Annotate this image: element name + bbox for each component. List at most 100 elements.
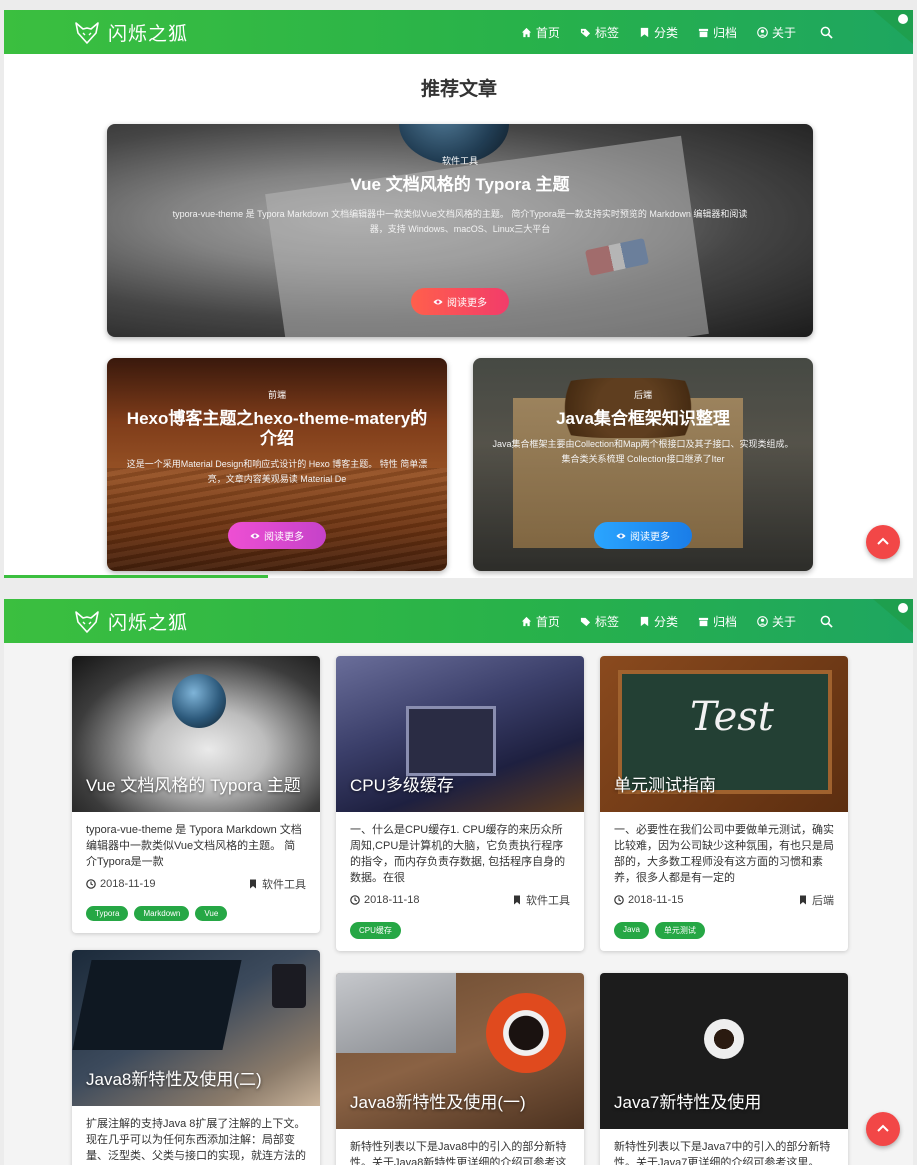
site-logo[interactable]: 闪烁之狐 bbox=[74, 608, 188, 635]
nav-categories-label: 分类 bbox=[653, 25, 678, 40]
tag-list: Java 单元测试 bbox=[600, 908, 848, 951]
chip-decor bbox=[406, 706, 496, 776]
site-logo[interactable]: 闪烁之狐 bbox=[74, 19, 188, 46]
read-more-button[interactable]: 阅读更多 bbox=[594, 522, 692, 549]
nav-home-label: 首页 bbox=[535, 614, 560, 629]
nav-tags[interactable]: 标签 bbox=[580, 24, 619, 41]
read-more-button[interactable]: 阅读更多 bbox=[411, 288, 509, 315]
article-date-text: 2018-11-15 bbox=[628, 894, 684, 906]
nav-categories[interactable]: 分类 bbox=[639, 613, 678, 630]
tag[interactable]: 单元测试 bbox=[654, 922, 705, 939]
chevron-up-icon bbox=[877, 1124, 889, 1132]
back-to-top-button[interactable] bbox=[866, 1112, 900, 1146]
main-menu: 首页 标签 分类 归档 关于 bbox=[501, 599, 833, 643]
nav-categories[interactable]: 分类 bbox=[639, 24, 678, 41]
nav-home[interactable]: 首页 bbox=[521, 24, 560, 41]
nav-archive[interactable]: 归档 bbox=[698, 24, 737, 41]
main-menu: 首页 标签 分类 归档 关于 bbox=[501, 10, 833, 54]
bookmark-icon bbox=[250, 879, 256, 889]
nav-archive-label: 归档 bbox=[712, 25, 737, 40]
article-cover: CPU多级缓存 bbox=[336, 656, 584, 812]
read-more-label: 阅读更多 bbox=[630, 532, 670, 543]
laptop-decor bbox=[336, 973, 456, 1053]
nav-categories-label: 分类 bbox=[653, 614, 678, 629]
article-title: Vue 文档风格的 Typora 主题 bbox=[86, 776, 301, 795]
nav-tags[interactable]: 标签 bbox=[580, 613, 619, 630]
site-name: 闪烁之狐 bbox=[108, 613, 189, 634]
article-category-text: 后端 bbox=[812, 895, 834, 907]
github-corner-icon[interactable] bbox=[873, 599, 913, 633]
tag[interactable]: Java bbox=[614, 922, 649, 939]
nav-about[interactable]: 关于 bbox=[757, 613, 796, 630]
nav-about-label: 关于 bbox=[771, 25, 796, 40]
article-meta: 2018-11-15 后端 bbox=[600, 886, 848, 908]
article-meta: 2018-11-19 软件工具 bbox=[72, 870, 320, 892]
article-card[interactable]: Java8新特性及使用(一) 新特性列表以下是Java8中的引入的部分新特性。关… bbox=[336, 973, 584, 1165]
article-card[interactable]: CPU多级缓存 一、什么是CPU缓存1. CPU缓存的来历众所周知,CPU是计算… bbox=[336, 656, 584, 951]
tag[interactable]: CPU缓存 bbox=[350, 922, 401, 939]
featured-category: 后端 bbox=[633, 390, 652, 400]
search-icon bbox=[820, 26, 833, 39]
eye-icon bbox=[250, 533, 260, 538]
read-more-label: 阅读更多 bbox=[264, 532, 304, 543]
nav-home[interactable]: 首页 bbox=[521, 613, 560, 630]
eye-icon bbox=[616, 533, 626, 538]
article-date: 2018-11-15 bbox=[614, 892, 683, 908]
archive-icon bbox=[698, 28, 709, 37]
tag[interactable]: Typora bbox=[86, 906, 129, 921]
featured-desc: 这是一个采用Material Design和响应式设计的 Hexo 博客主题。 … bbox=[126, 459, 428, 484]
eye-icon bbox=[433, 299, 443, 304]
user-circle-icon bbox=[757, 26, 768, 38]
tag[interactable]: Vue bbox=[195, 906, 228, 921]
article-title: 单元测试指南 bbox=[614, 776, 716, 795]
nav-archive-label: 归档 bbox=[712, 614, 737, 629]
fox-logo-icon bbox=[75, 610, 99, 633]
fox-logo-icon bbox=[75, 21, 99, 44]
article-category[interactable]: 后端 bbox=[798, 892, 834, 908]
article-summary: 新特性列表以下是Java8中的引入的部分新特性。关于Java8新特性更详细的介绍… bbox=[350, 1141, 567, 1165]
read-more-button[interactable]: 阅读更多 bbox=[228, 522, 326, 549]
coffee-decor bbox=[704, 1019, 744, 1059]
article-summary: 扩展注解的支持Java 8扩展了注解的上下文。现在几乎可以为任何东西添加注解：局… bbox=[86, 1118, 306, 1162]
article-card[interactable]: Test 单元测试指南 一、必要性在我们公司中要做单元测试，确实比较难，因为公司… bbox=[600, 656, 848, 951]
article-card[interactable]: Java7新特性及使用 新特性列表以下是Java7中的引入的部分新特性。关于Ja… bbox=[600, 973, 848, 1165]
article-title: Java8新特性及使用(二) bbox=[86, 1070, 262, 1089]
user-circle-icon bbox=[757, 615, 768, 627]
article-card[interactable]: Vue 文档风格的 Typora 主题 typora-vue-theme 是 T… bbox=[72, 656, 320, 933]
tag-list: CPU缓存 bbox=[336, 908, 584, 951]
tag-list: Typora Markdown Vue bbox=[72, 892, 320, 933]
featured-desc: typora-vue-theme 是 Typora Markdown 文档编辑器… bbox=[172, 209, 748, 234]
reading-progress-bar bbox=[4, 575, 268, 578]
search-button[interactable] bbox=[820, 615, 833, 628]
article-category[interactable]: 软件工具 bbox=[248, 876, 306, 892]
article-title: CPU多级缓存 bbox=[350, 776, 454, 795]
article-category[interactable]: 软件工具 bbox=[512, 892, 570, 908]
article-cover: Test 单元测试指南 bbox=[600, 656, 848, 812]
nav-about[interactable]: 关于 bbox=[757, 24, 796, 41]
featured-title: Hexo博客主题之hexo-theme-matery的介绍 bbox=[126, 409, 428, 448]
globe-decor bbox=[172, 674, 226, 728]
nav-about-label: 关于 bbox=[771, 614, 796, 629]
back-to-top-button[interactable] bbox=[866, 525, 900, 559]
search-button[interactable] bbox=[820, 26, 833, 39]
navbar: 闪烁之狐 首页 标签 分类 归档 关于 bbox=[4, 10, 913, 54]
featured-article-main[interactable]: 软件工具 Vue 文档风格的 Typora 主题 typora-vue-them… bbox=[107, 124, 813, 337]
article-card[interactable]: Java8新特性及使用(二) 扩展注解的支持Java 8扩展了注解的上下文。现在… bbox=[72, 950, 320, 1165]
article-summary: 一、必要性在我们公司中要做单元测试，确实比较难，因为公司缺少这种氛围，有也只是局… bbox=[614, 824, 834, 884]
featured-category: 前端 bbox=[267, 390, 286, 400]
tag[interactable]: Markdown bbox=[134, 906, 190, 921]
bookmark-icon bbox=[800, 895, 806, 905]
chevron-up-icon bbox=[877, 537, 889, 545]
featured-article-left[interactable]: 前端 Hexo博客主题之hexo-theme-matery的介绍 这是一个采用M… bbox=[107, 358, 447, 571]
home-icon bbox=[521, 27, 532, 37]
article-summary: typora-vue-theme 是 Typora Markdown 文档编辑器… bbox=[86, 824, 302, 868]
article-summary: 一、什么是CPU缓存1. CPU缓存的来历众所周知,CPU是计算机的大脑，它负责… bbox=[350, 824, 566, 884]
read-more-label: 阅读更多 bbox=[447, 298, 487, 309]
article-cover: Java8新特性及使用(一) bbox=[336, 973, 584, 1129]
laptop-decor bbox=[72, 960, 242, 1050]
github-corner-icon[interactable] bbox=[873, 10, 913, 44]
clock-icon bbox=[86, 879, 96, 889]
nav-archive[interactable]: 归档 bbox=[698, 613, 737, 630]
clock-icon bbox=[614, 895, 624, 905]
featured-article-right[interactable]: 后端 Java集合框架知识整理 Java集合框架主要由Collection和Ma… bbox=[473, 358, 813, 571]
